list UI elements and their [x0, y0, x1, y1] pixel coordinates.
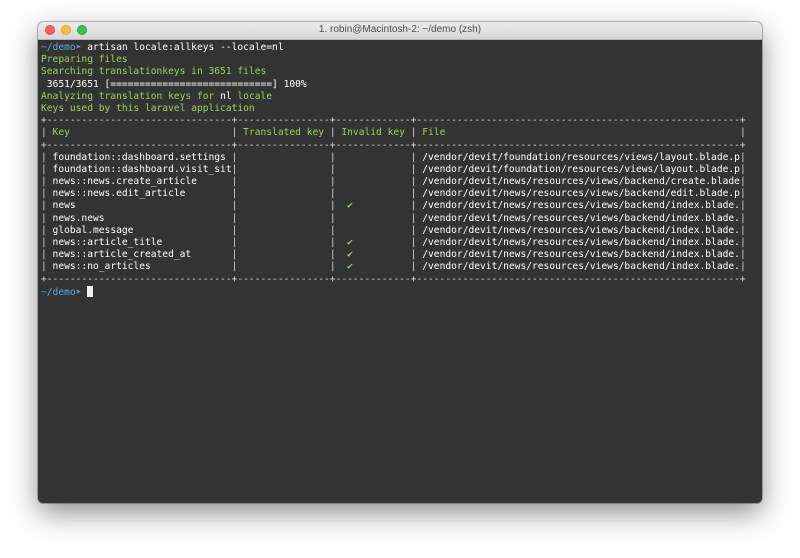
- cell-file: /vendor/devit/foundation/resources/views…: [416, 151, 740, 163]
- cell-file: /vendor/devit/news/resources/views/backe…: [416, 249, 740, 261]
- table-header: | Key | Translated key | Invalid key | F…: [41, 127, 746, 139]
- progress-bar: 3651/3651 [============================]…: [41, 78, 307, 90]
- table-row: | news | | ✔ | /vendor/devit/news/resour…: [41, 200, 746, 212]
- cell-translated: [237, 176, 329, 187]
- prompt-path: ~/demo: [41, 286, 76, 298]
- command-line: ~/demo➤ artisan locale:allkeys --locale=…: [41, 42, 762, 54]
- cell-invalid: [336, 225, 411, 236]
- terminal-content[interactable]: ~/demo➤ artisan locale:allkeys --locale=…: [41, 42, 762, 503]
- cell-invalid: [336, 213, 411, 224]
- analyzing-locale: nl: [220, 90, 232, 102]
- cell-file: /vendor/devit/news/resources/views/backe…: [416, 200, 740, 212]
- cell-file: /vendor/devit/news/resources/views/backe…: [416, 261, 740, 273]
- window-title: 1. robin@Macintosh-2: ~/demo (zsh): [318, 24, 482, 35]
- cell-file: /vendor/devit/news/resources/views/backe…: [416, 176, 740, 188]
- cell-translated: [237, 225, 329, 236]
- table-row: | news::article_title | | ✔ | /vendor/de…: [41, 237, 746, 248]
- cell-file: /vendor/devit/news/resources/views/backe…: [416, 224, 740, 236]
- command-text: artisan locale:allkeys --locale=nl: [87, 42, 284, 53]
- cell-translated: [237, 261, 329, 272]
- cell-translated: [237, 152, 329, 163]
- analyzing-suffix: locale: [231, 90, 273, 102]
- cell-translated: [237, 249, 329, 260]
- cell-file: /vendor/devit/news/resources/views/backe…: [416, 188, 740, 200]
- cell-file: File: [416, 127, 740, 139]
- table-row: | global.message | | | /vendor/devit/new…: [41, 224, 746, 236]
- output-analyzing: Analyzing translation keys for nl locale: [41, 91, 762, 103]
- table-row: | news::no_articles | | ✔ | /vendor/devi…: [41, 261, 746, 273]
- table-row: | news::news.edit_article | | | /vendor/…: [41, 188, 746, 200]
- table-border: +--------------------------------+------…: [41, 273, 746, 285]
- cell-translated: [237, 213, 329, 224]
- table-row: | foundation::dashboard.visit_sit| | | /…: [41, 163, 746, 175]
- table-row: | news.news | | | /vendor/devit/news/res…: [41, 212, 746, 224]
- cell-translated: Translated key: [237, 127, 330, 139]
- output-keys-used: Keys used by this laravel application: [41, 102, 255, 114]
- cell-translated: [237, 188, 329, 199]
- cell-key: news::news.edit_article: [46, 188, 232, 200]
- cell-invalid: ✔: [335, 261, 411, 273]
- text-cursor: [87, 285, 94, 297]
- cell-key: global.message: [46, 224, 232, 236]
- prompt-arrow-icon: ➤: [75, 42, 82, 53]
- prompt-arrow-icon: ➤: [75, 286, 82, 298]
- cell-key: news::article_created_at: [46, 249, 232, 261]
- table-row: | news::article_created_at | | ✔ | /vend…: [41, 249, 746, 261]
- prompt-path: ~/demo: [41, 42, 76, 53]
- cell-file: /vendor/devit/foundation/resources/views…: [416, 163, 740, 175]
- cell-key: foundation::dashboard.visit_sit: [46, 163, 232, 175]
- cell-key: news: [46, 200, 232, 212]
- cell-invalid: [336, 152, 411, 163]
- analyzing-prefix: Analyzing translation keys for: [41, 90, 221, 102]
- cell-invalid: ✔: [335, 237, 411, 248]
- table-border: +--------------------------------+------…: [41, 139, 746, 151]
- table-row: | foundation::dashboard.settings | | | /…: [41, 151, 746, 163]
- cell-invalid: Invalid key: [335, 127, 411, 139]
- cell-invalid: [336, 188, 411, 199]
- cell-translated: [237, 237, 329, 248]
- cell-key: news::article_title: [46, 237, 232, 248]
- cell-key: news::news.create_article: [46, 176, 232, 188]
- cell-translated: [237, 164, 329, 175]
- cell-file: /vendor/devit/news/resources/views/backe…: [416, 237, 740, 248]
- cell-key: news.news: [46, 212, 232, 224]
- table-border: +--------------------------------+------…: [41, 115, 746, 127]
- cell-key: foundation::dashboard.settings: [46, 151, 232, 163]
- cell-invalid: [336, 176, 411, 187]
- cell-key: Key: [46, 127, 232, 139]
- keys-table: +--------------------------------+------…: [41, 115, 762, 286]
- table-row: | news::news.create_article | | | /vendo…: [41, 176, 746, 188]
- cell-key: news::no_articles: [46, 261, 232, 273]
- cell-invalid: ✔: [335, 200, 411, 212]
- cell-invalid: ✔: [335, 249, 411, 261]
- terminal-window: 1. robin@Macintosh-2: ~/demo (zsh) ~/dem…: [38, 22, 762, 503]
- title-bar[interactable]: 1. robin@Macintosh-2: ~/demo (zsh): [38, 22, 762, 40]
- prompt-line[interactable]: ~/demo➤: [41, 285, 762, 298]
- cell-invalid: [336, 164, 411, 175]
- output-searching: Searching translationkeys in 3651 files: [41, 66, 267, 78]
- cell-file: /vendor/devit/news/resources/views/backe…: [416, 212, 740, 224]
- cell-translated: [237, 200, 329, 211]
- output-preparing: Preparing files: [41, 54, 128, 66]
